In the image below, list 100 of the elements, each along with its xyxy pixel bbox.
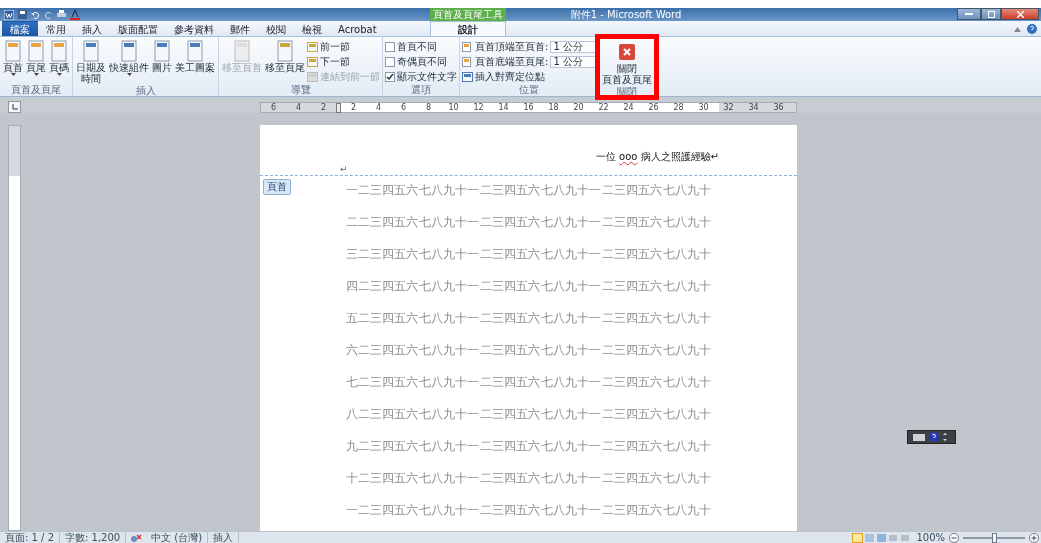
checkbox[interactable] <box>385 71 395 82</box>
ribbon-tab[interactable]: 常用 <box>38 21 74 36</box>
ribbon-small-button[interactable]: 插入對齊定位點 <box>462 70 597 83</box>
close-header-footer-button[interactable]: 關閉 頁首及頁尾 <box>601 39 654 86</box>
restore-button[interactable] <box>981 8 1001 20</box>
checkbox[interactable] <box>385 56 395 67</box>
context-tool-group: 頁首及頁尾工具 <box>430 8 506 21</box>
zoom-in-icon[interactable] <box>1029 532 1039 543</box>
page-icon <box>50 40 68 62</box>
ruler-number: 28 <box>672 103 685 112</box>
ribbon-tab[interactable]: 插入 <box>74 21 110 36</box>
ribbon-tab[interactable]: 校閱 <box>258 21 294 36</box>
print-icon[interactable] <box>57 10 66 19</box>
ribbon-tab[interactable]: 檢視 <box>294 21 330 36</box>
close-button[interactable] <box>1001 8 1039 20</box>
ribbon-button[interactable]: 移至頁尾 <box>264 39 306 74</box>
ribbon-button[interactable]: 圖片 <box>151 39 173 74</box>
ruler-number: 34 <box>747 103 760 112</box>
option-checkbox[interactable]: 首頁不同 <box>385 40 457 53</box>
caret-icon <box>33 73 39 76</box>
restore-icon <box>987 10 995 18</box>
ruler-number: 24 <box>622 103 635 112</box>
ribbon-button[interactable]: 頁碼 <box>48 39 70 77</box>
ruler-number: 8 <box>424 103 433 112</box>
app-icon[interactable] <box>4 9 14 20</box>
options-icon[interactable] <box>943 433 947 441</box>
ribbon-tab[interactable]: 參考資料 <box>166 21 222 36</box>
ribbon-button[interactable]: 美工圖案 <box>174 39 216 74</box>
margin-marker[interactable] <box>336 102 341 113</box>
check-icon <box>386 72 394 81</box>
group-label: 頁首及頁尾 <box>10 84 62 96</box>
section-icon <box>307 41 318 52</box>
proofing-icon[interactable] <box>130 532 143 543</box>
ruler-number: 2 <box>349 103 358 112</box>
minimize-button[interactable] <box>957 8 981 20</box>
option-checkbox[interactable]: 奇偶頁不同 <box>385 55 457 68</box>
ribbon-tab[interactable]: 版面配置 <box>110 21 166 36</box>
spin-label: 頁首底端至頁尾: <box>475 54 549 69</box>
close-icon <box>1016 10 1024 18</box>
group-label: 插入 <box>134 85 157 97</box>
zoom-out-icon[interactable] <box>949 532 959 543</box>
ribbon-tab[interactable]: 設計 <box>430 21 506 36</box>
checkbox[interactable] <box>385 41 395 52</box>
page-icon <box>82 40 100 62</box>
zoom-level[interactable]: 100% <box>916 532 945 543</box>
page-icon <box>120 40 138 62</box>
ribbon-button[interactable]: 日期及 時間 <box>75 39 107 85</box>
ruler-number: 6 <box>399 103 408 112</box>
document-line: 一二三四五六七八九十一二三四五六七八九十一二三四五六七八九十 <box>345 181 712 199</box>
ribbon-button[interactable]: 快速組件 <box>108 39 150 77</box>
ruler-number: 30 <box>697 103 710 112</box>
ribbon-small-button[interactable]: 下一節 <box>307 55 380 68</box>
document-line: 三二三四五六七八九十一二三四五六七八九十一二三四五六七八九十 <box>345 245 712 263</box>
zoom-thumb[interactable] <box>991 532 997 543</box>
horizontal-ruler[interactable]: 6 4 2 2 4 6 8 10 12 14 16 18 20 22 24 26 28 30 32 34 36 <box>260 102 797 113</box>
ribbon-small-button[interactable]: 前一節 <box>307 40 380 53</box>
ruler-number: 4 <box>374 103 383 112</box>
page-icon <box>276 40 294 62</box>
checkbox-label: 奇偶頁不同 <box>397 54 447 69</box>
header-text[interactable]: 一位 ooo 病人之照護經驗↵ <box>595 150 719 164</box>
group-label: 選項 <box>410 84 432 96</box>
document-line: 一二三四五六七八九十一二三四五六七八九十一二三四五六七八九十 <box>345 501 712 519</box>
ruler-number: 36 <box>772 103 785 112</box>
ribbon-tab[interactable]: 檔案 <box>2 21 38 36</box>
ruler-number: 4 <box>294 103 303 112</box>
undo-icon[interactable] <box>31 10 40 19</box>
spin-field[interactable]: 1 公分 <box>550 55 597 68</box>
save-icon[interactable] <box>18 10 27 19</box>
minimize-icon <box>965 13 973 15</box>
option-checkbox[interactable]: 顯示文件文字 <box>385 70 457 83</box>
group-label: 導覽 <box>289 84 312 96</box>
ruler-number: 2 <box>319 103 328 112</box>
font-color-icon[interactable] <box>70 9 80 20</box>
ime-toolbar[interactable] <box>907 430 956 444</box>
tab-selector[interactable] <box>8 101 21 113</box>
caret-icon <box>10 73 16 76</box>
ruler-number: 20 <box>572 103 585 112</box>
language-status[interactable]: 中文 (台灣) <box>146 532 209 543</box>
ribbon-button[interactable]: 頁尾 <box>25 39 47 77</box>
ribbon-button[interactable]: 頁首 <box>2 39 24 77</box>
document-line: 五二三四五六七八九十一二三四五六七八九十一二三四五六七八九十 <box>345 309 712 327</box>
close-icon <box>618 43 637 61</box>
ruler-number: 26 <box>647 103 660 112</box>
redo-icon[interactable] <box>44 10 53 19</box>
help-icon[interactable] <box>1027 24 1037 34</box>
position-icon <box>462 56 473 67</box>
minimize-ribbon-icon[interactable] <box>1014 26 1021 32</box>
keyboard-icon[interactable] <box>913 433 925 441</box>
section-icon <box>307 56 318 67</box>
page-icon <box>27 40 45 62</box>
help-icon[interactable] <box>929 432 939 442</box>
document-line: 二二三四五六七八九十一二三四五六七八九十一二三四五六七八九十 <box>345 213 712 231</box>
ribbon-tab[interactable]: 郵件 <box>222 21 258 36</box>
status-item: 頁面: 1 / 2 <box>0 532 60 543</box>
section-icon <box>307 71 318 82</box>
spin-field[interactable]: 1 公分 <box>550 40 597 53</box>
insert-mode-status[interactable]: 插入 <box>208 532 240 543</box>
ribbon-tab[interactable]: Acrobat <box>330 21 385 36</box>
caret-icon <box>56 73 62 76</box>
ruler-number: 12 <box>472 103 485 112</box>
